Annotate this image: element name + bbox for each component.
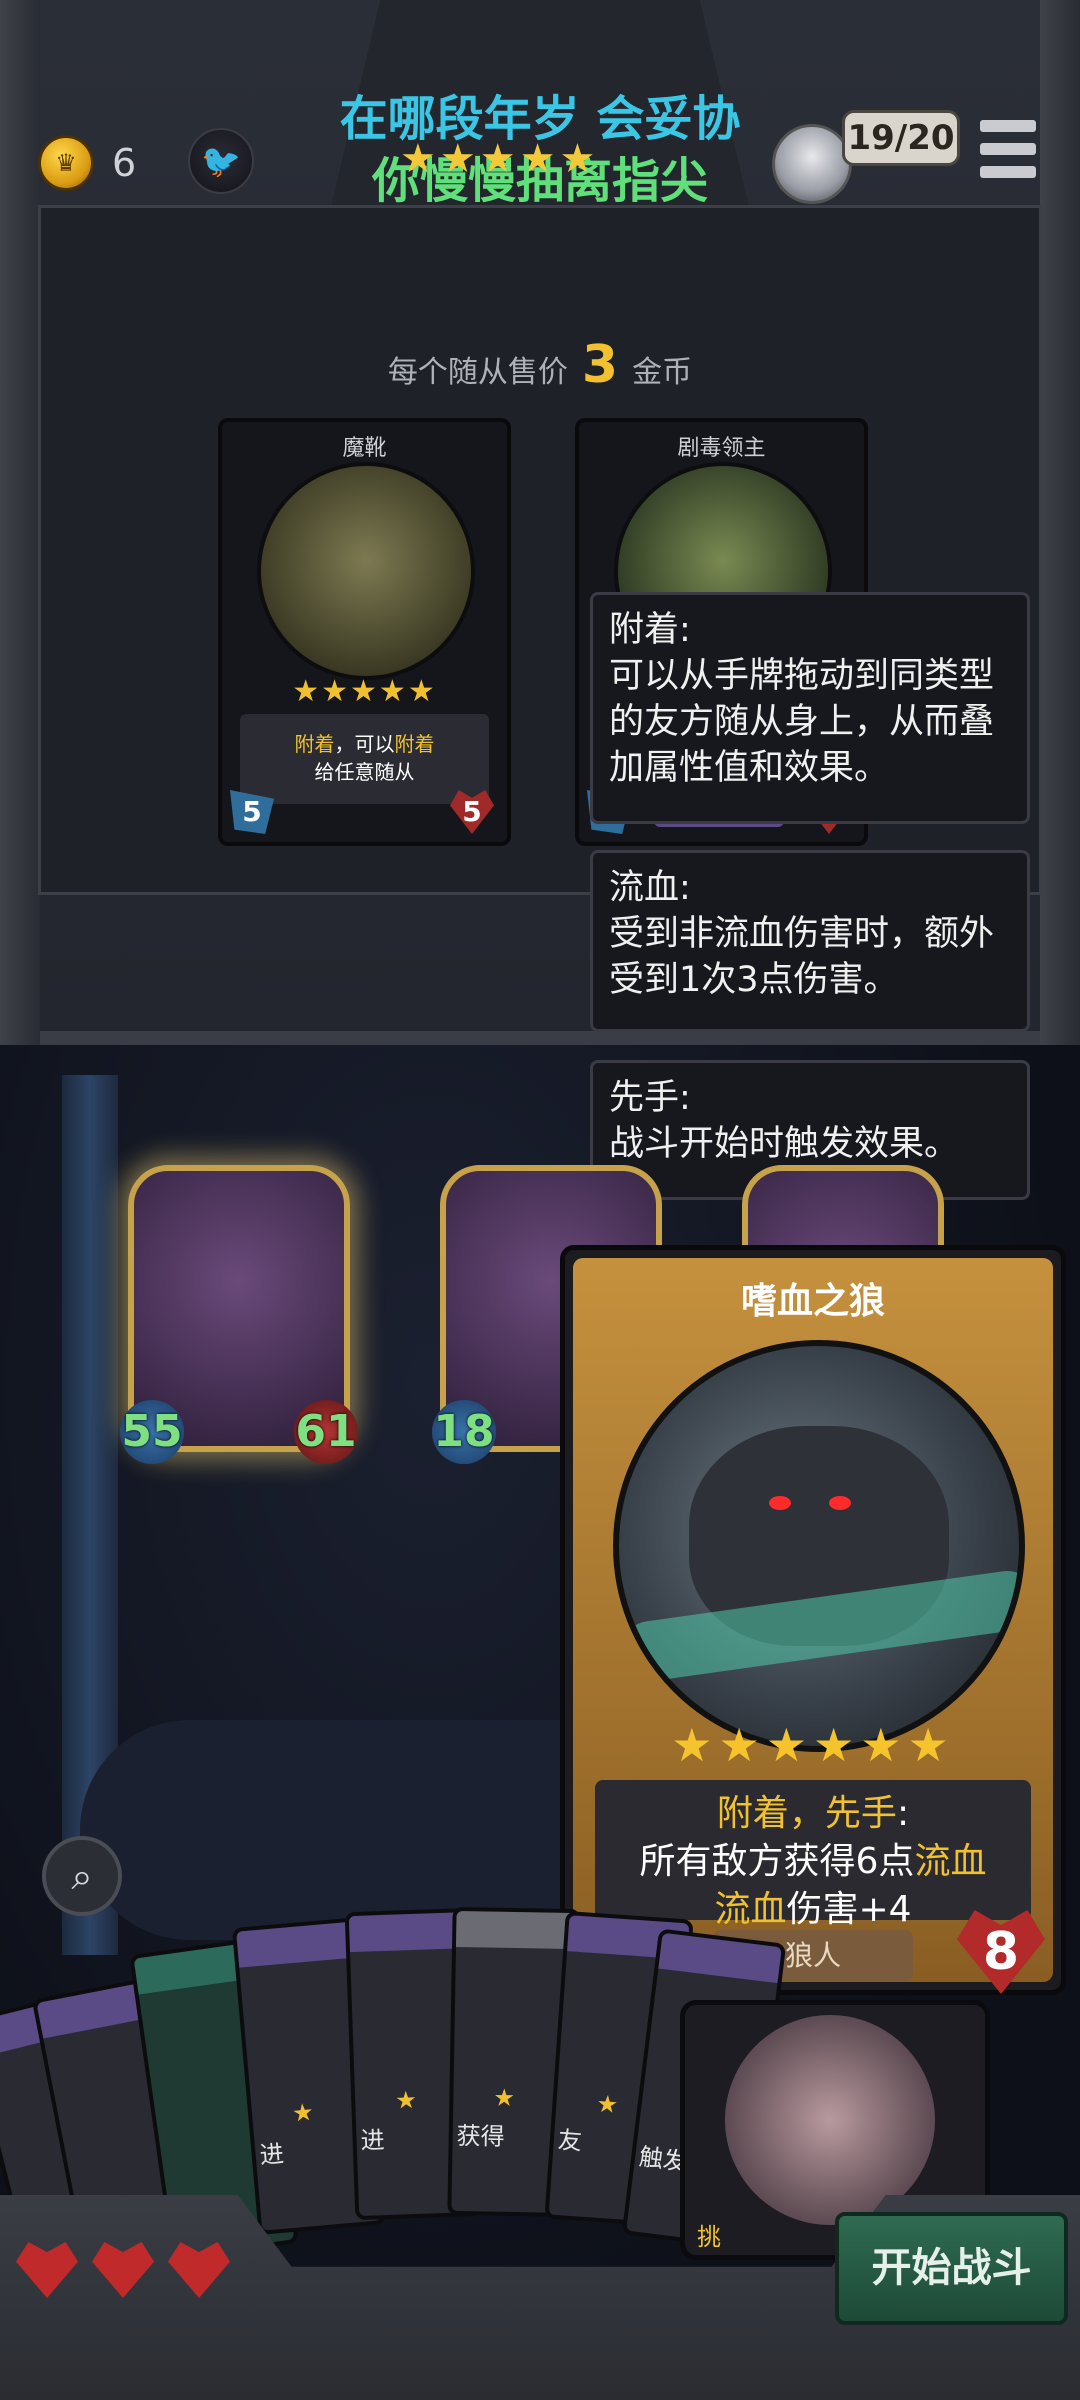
sell-price-text: 每个随从售价 3 金币	[0, 335, 1080, 395]
desc-keywords: 附着，先手	[716, 1793, 897, 1834]
card-top	[455, 1910, 577, 1950]
desc-bleed: 流血	[914, 1841, 987, 1882]
card-top	[658, 1932, 782, 1984]
crow-icon[interactable]: 🐦	[188, 128, 254, 194]
hand-card-star: ★	[290, 2097, 315, 2128]
board-minion-1[interactable]: 55 61	[120, 1165, 358, 1464]
tooltip-text: 可以从手牌拖动到同类型的友方随从身上，从而叠加属性值和效果。	[609, 656, 995, 788]
sell-prefix: 每个随从售价	[387, 355, 568, 390]
desc-mid: ，可以	[334, 732, 395, 756]
inspect-icon[interactable]: ⌕	[42, 1836, 122, 1916]
coin-icon: ♛	[38, 135, 94, 191]
gold-count: 6	[112, 141, 137, 185]
hand-card-label: 友	[556, 2125, 583, 2156]
hand-card-label: 获得	[456, 2122, 505, 2151]
shop-tier-stars: ★★★★★	[400, 136, 600, 182]
sell-suffix: 金币	[632, 355, 693, 390]
desc-line-3: 伤害+4	[786, 1889, 912, 1930]
desc-line-2: 给任意随从	[314, 760, 415, 784]
shop-card-magic-boots[interactable]: 魔靴 ★★★★★ 附着，可以附着 给任意随从 5 5	[218, 418, 511, 846]
gift-card-label: 挑	[697, 2223, 721, 2251]
minion-attack: 18	[432, 1400, 496, 1464]
health-badge: 19/20	[842, 110, 960, 166]
desc-keyword: 附着	[294, 732, 335, 756]
gold-display: ♛ 6	[38, 135, 136, 191]
gift-box-art	[725, 2015, 935, 2225]
shop-frame-left	[0, 0, 40, 1045]
wolf-eye	[769, 1496, 791, 1510]
desc-colon: :	[896, 1793, 910, 1834]
card-stars: ★★★★★	[292, 674, 437, 709]
featured-card-name: 嗜血之狼	[740, 1281, 885, 1322]
menu-icon[interactable]	[980, 120, 1036, 178]
lives-display	[16, 2242, 230, 2298]
card-name: 剧毒领主	[677, 436, 766, 461]
featured-card-description: 附着，先手: 所有敌方获得6点流血 流血伤害+4	[595, 1780, 1031, 1930]
hand-card-label: 进	[360, 2126, 386, 2155]
tooltip-text: 战斗开始时触发效果。	[609, 1124, 960, 1164]
tooltip-title: 流血:	[609, 868, 691, 908]
card-description: 附着，可以附着 给任意随从	[240, 714, 489, 804]
desc-line-2: 所有敌方获得6点	[639, 1841, 915, 1882]
hand-card-label: 进	[258, 2139, 285, 2170]
start-battle-button[interactable]: 开始战斗	[835, 2212, 1068, 2325]
tooltip-title: 先手:	[609, 1078, 691, 1118]
card-top	[236, 1921, 359, 1968]
tooltip-bleed: 流血: 受到非流血伤害时，额外受到1次3点伤害。	[590, 850, 1030, 1032]
hand-card-star: ★	[595, 2089, 619, 2119]
wolf-eye	[829, 1496, 851, 1510]
featured-card-stars: ★★★★★★	[671, 1718, 955, 1772]
hand-card-star: ★	[394, 2085, 418, 2115]
sell-price: 3	[581, 335, 619, 395]
shop-frame-right	[1040, 0, 1080, 1045]
desc-bleed-2: 流血	[714, 1889, 787, 1930]
boots-art	[257, 462, 475, 680]
tooltip-title: 附着:	[609, 610, 691, 650]
wolf-art	[613, 1340, 1025, 1752]
tooltip-text: 受到非流血伤害时，额外受到1次3点伤害。	[609, 914, 995, 1000]
tooltip-attach: 附着: 可以从手牌拖动到同类型的友方随从身上，从而叠加属性值和效果。	[590, 592, 1030, 824]
card-name: 魔靴	[342, 436, 387, 461]
minion-attack: 55	[120, 1400, 184, 1464]
heart-icon	[92, 2242, 154, 2298]
heart-icon	[16, 2242, 78, 2298]
featured-card[interactable]: 嗜血之狼 ★★★★★★ 附着，先手: 所有敌方获得6点流血 流血伤害+4 16 …	[560, 1245, 1066, 1995]
player-avatar[interactable]	[772, 124, 852, 204]
minion-health: 61	[294, 1400, 358, 1464]
desc-keyword-2: 附着	[394, 732, 435, 756]
hand-card-star: ★	[493, 2083, 516, 2113]
heart-icon	[168, 2242, 230, 2298]
